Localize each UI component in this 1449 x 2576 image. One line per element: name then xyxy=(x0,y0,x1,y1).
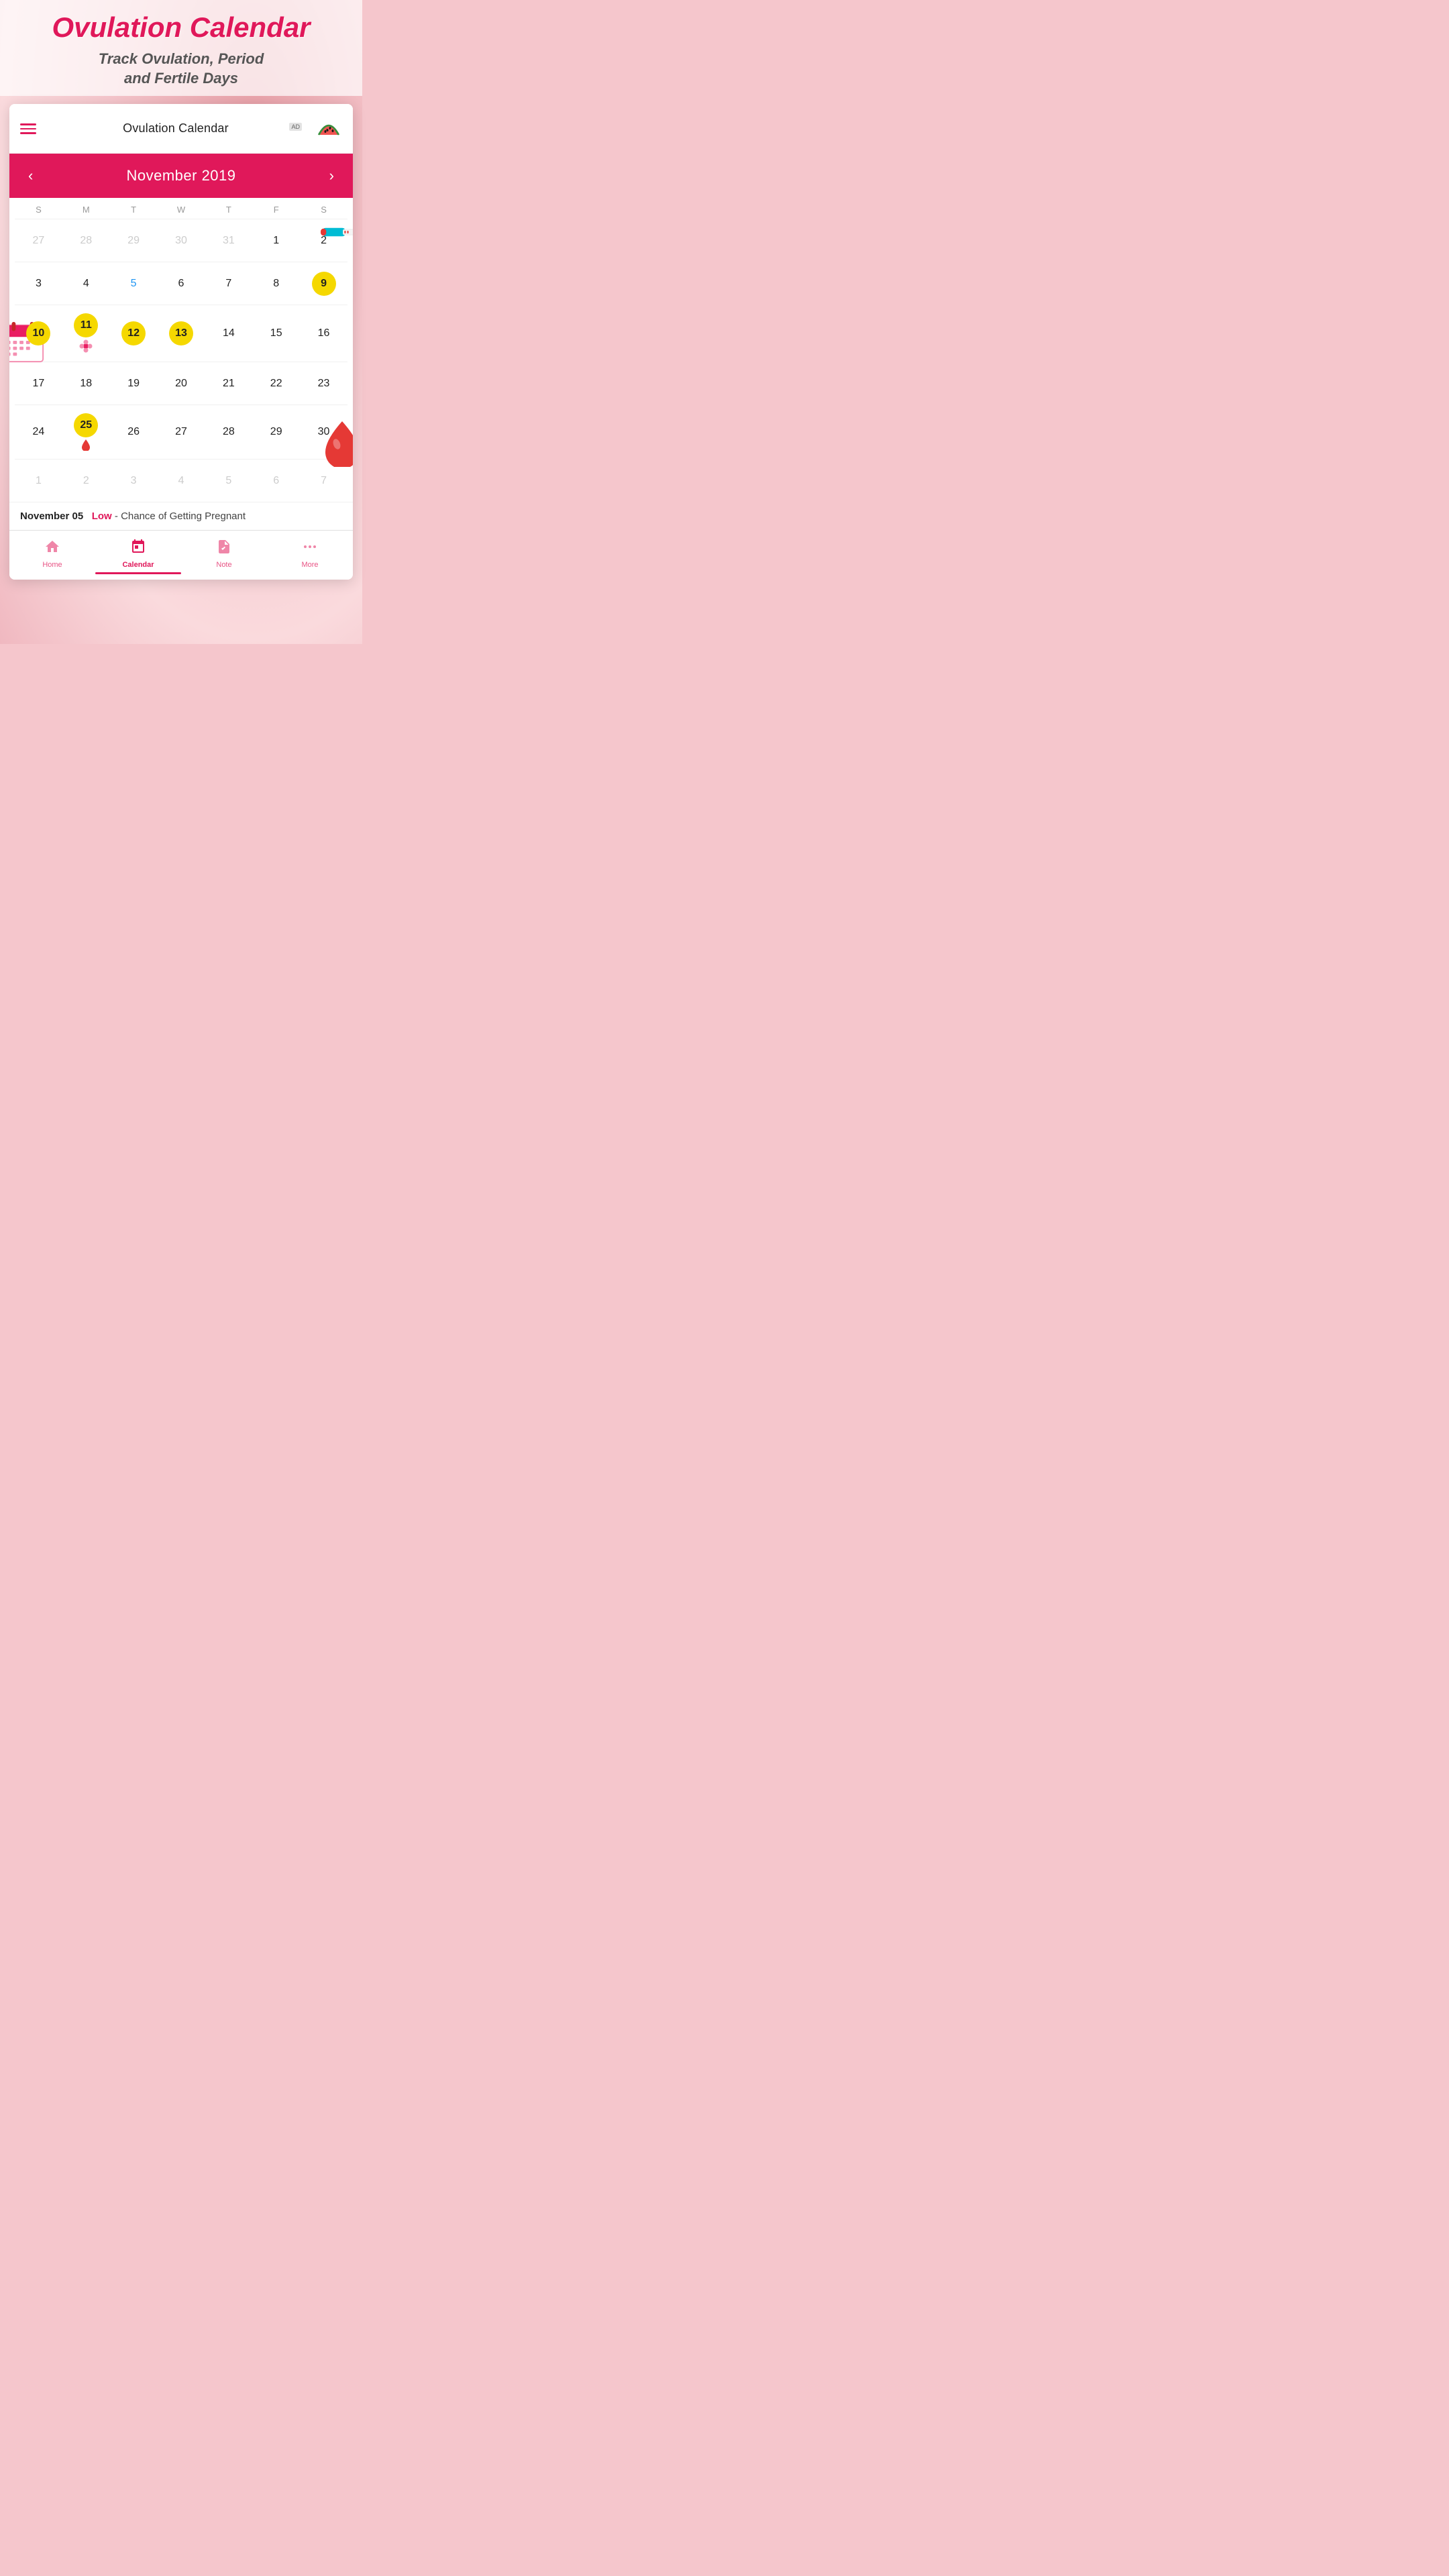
app-title: Ovulation Calendar xyxy=(13,12,349,43)
nav-label-more: More xyxy=(301,561,318,569)
calendar-week-6: 1 2 3 4 5 6 7 xyxy=(15,459,347,502)
day-4[interactable]: 4 xyxy=(62,269,110,299)
subtitle: Track Ovulation, Periodand Fertile Days xyxy=(13,50,349,88)
nav-item-more[interactable]: More xyxy=(267,536,353,577)
day-17[interactable]: 17 xyxy=(15,369,62,398)
day-30[interactable]: 30 xyxy=(300,417,347,447)
day-1-dec[interactable]: 1 xyxy=(15,466,62,496)
day-29[interactable]: 29 xyxy=(252,417,300,447)
day-7[interactable]: 7 xyxy=(205,269,252,299)
day-24[interactable]: 24 xyxy=(15,417,62,447)
menu-button[interactable] xyxy=(20,123,36,134)
small-blood-drop xyxy=(81,439,91,451)
day-header-sat: S xyxy=(300,205,347,215)
day-header-wed: W xyxy=(158,205,205,215)
month-nav: ‹ November 2019 › xyxy=(9,154,353,198)
day-header-tue: T xyxy=(110,205,158,215)
calendar-week-2: 3 4 5 6 7 8 9 xyxy=(15,262,347,305)
day-25[interactable]: 25 xyxy=(62,411,110,453)
day-6-dec[interactable]: 6 xyxy=(252,466,300,496)
app-card: Ovulation Calendar AD xyxy=(9,104,353,580)
day-18[interactable]: 18 xyxy=(62,369,110,398)
header-section: Ovulation Calendar Track Ovulation, Peri… xyxy=(0,0,362,96)
day-3-dec[interactable]: 3 xyxy=(110,466,158,496)
calendar-week-5: 24 25 26 27 28 29 30 xyxy=(15,405,347,459)
day-26[interactable]: 26 xyxy=(110,417,158,447)
day-14[interactable]: 14 xyxy=(205,319,252,348)
nav-label-calendar: Calendar xyxy=(122,561,154,569)
day-16[interactable]: 16 xyxy=(300,319,347,348)
day-6[interactable]: 6 xyxy=(158,269,205,299)
calendar-grid: S M T W T F S 27 28 29 30 31 1 2 xyxy=(9,198,353,502)
day-9[interactable]: 9 xyxy=(300,269,347,299)
calendar-week-3: 10 11 12 13 14 15 16 xyxy=(15,305,347,362)
ad-badge: AD xyxy=(289,123,302,131)
day-8[interactable]: 8 xyxy=(252,269,300,299)
next-month-button[interactable]: › xyxy=(324,164,339,187)
nav-label-home: Home xyxy=(42,561,62,569)
home-icon xyxy=(44,539,60,559)
nav-item-note[interactable]: Note xyxy=(181,536,267,577)
day-15[interactable]: 15 xyxy=(252,319,300,348)
day-27[interactable]: 27 xyxy=(158,417,205,447)
fertility-level: Low xyxy=(92,511,112,522)
day-5-dec[interactable]: 5 xyxy=(205,466,252,496)
month-label: November 2019 xyxy=(126,167,235,184)
calendar-icon xyxy=(130,539,146,559)
day-28[interactable]: 28 xyxy=(205,417,252,447)
day-30-oct[interactable]: 30 xyxy=(158,226,205,256)
day-29-oct[interactable]: 29 xyxy=(110,226,158,256)
app-topbar: Ovulation Calendar AD xyxy=(9,104,353,154)
status-bar: November 05 Low - Chance of Getting Preg… xyxy=(9,502,353,530)
day-22[interactable]: 22 xyxy=(252,369,300,398)
day-5[interactable]: 5 xyxy=(110,269,158,299)
nav-item-calendar[interactable]: Calendar xyxy=(95,536,181,577)
status-date: November 05 xyxy=(20,511,83,522)
day-header-fri: F xyxy=(252,205,300,215)
prev-month-button[interactable]: ‹ xyxy=(23,164,38,187)
day-27-oct[interactable]: 27 xyxy=(15,226,62,256)
day-13[interactable]: 13 xyxy=(158,319,205,348)
day-1[interactable]: 1 xyxy=(252,226,300,256)
day-31-oct[interactable]: 31 xyxy=(205,226,252,256)
nav-label-note: Note xyxy=(216,561,231,569)
app-name: Ovulation Calendar xyxy=(123,121,229,136)
day-2[interactable]: 2 xyxy=(300,226,347,256)
day-2-dec[interactable]: 2 xyxy=(62,466,110,496)
day-4-dec[interactable]: 4 xyxy=(158,466,205,496)
nav-item-home[interactable]: Home xyxy=(9,536,95,577)
day-19[interactable]: 19 xyxy=(110,369,158,398)
day-header-thu: T xyxy=(205,205,252,215)
day-21[interactable]: 21 xyxy=(205,369,252,398)
day-12[interactable]: 12 xyxy=(110,319,158,348)
day-11[interactable]: 11 xyxy=(62,311,110,356)
status-text: - Chance of Getting Pregnant xyxy=(115,511,246,522)
note-icon xyxy=(216,539,232,559)
day-3[interactable]: 3 xyxy=(15,269,62,299)
flower-indicator xyxy=(78,339,93,354)
active-indicator xyxy=(95,572,181,574)
page-content: Ovulation Calendar Track Ovulation, Peri… xyxy=(0,0,362,580)
day-23[interactable]: 23 xyxy=(300,369,347,398)
calendar-week-1: 27 28 29 30 31 1 2 xyxy=(15,219,347,262)
calendar-week-4: 17 18 19 20 21 22 23 xyxy=(15,362,347,405)
day-7-dec[interactable]: 7 xyxy=(300,466,347,496)
bottom-nav: Home Calendar Note xyxy=(9,530,353,580)
day-headers-row: S M T W T F S xyxy=(15,198,347,219)
day-28-oct[interactable]: 28 xyxy=(62,226,110,256)
day-header-mon: M xyxy=(62,205,110,215)
day-header-sun: S xyxy=(15,205,62,215)
day-20[interactable]: 20 xyxy=(158,369,205,398)
watermelon-icon xyxy=(315,113,342,140)
more-icon xyxy=(302,539,318,559)
